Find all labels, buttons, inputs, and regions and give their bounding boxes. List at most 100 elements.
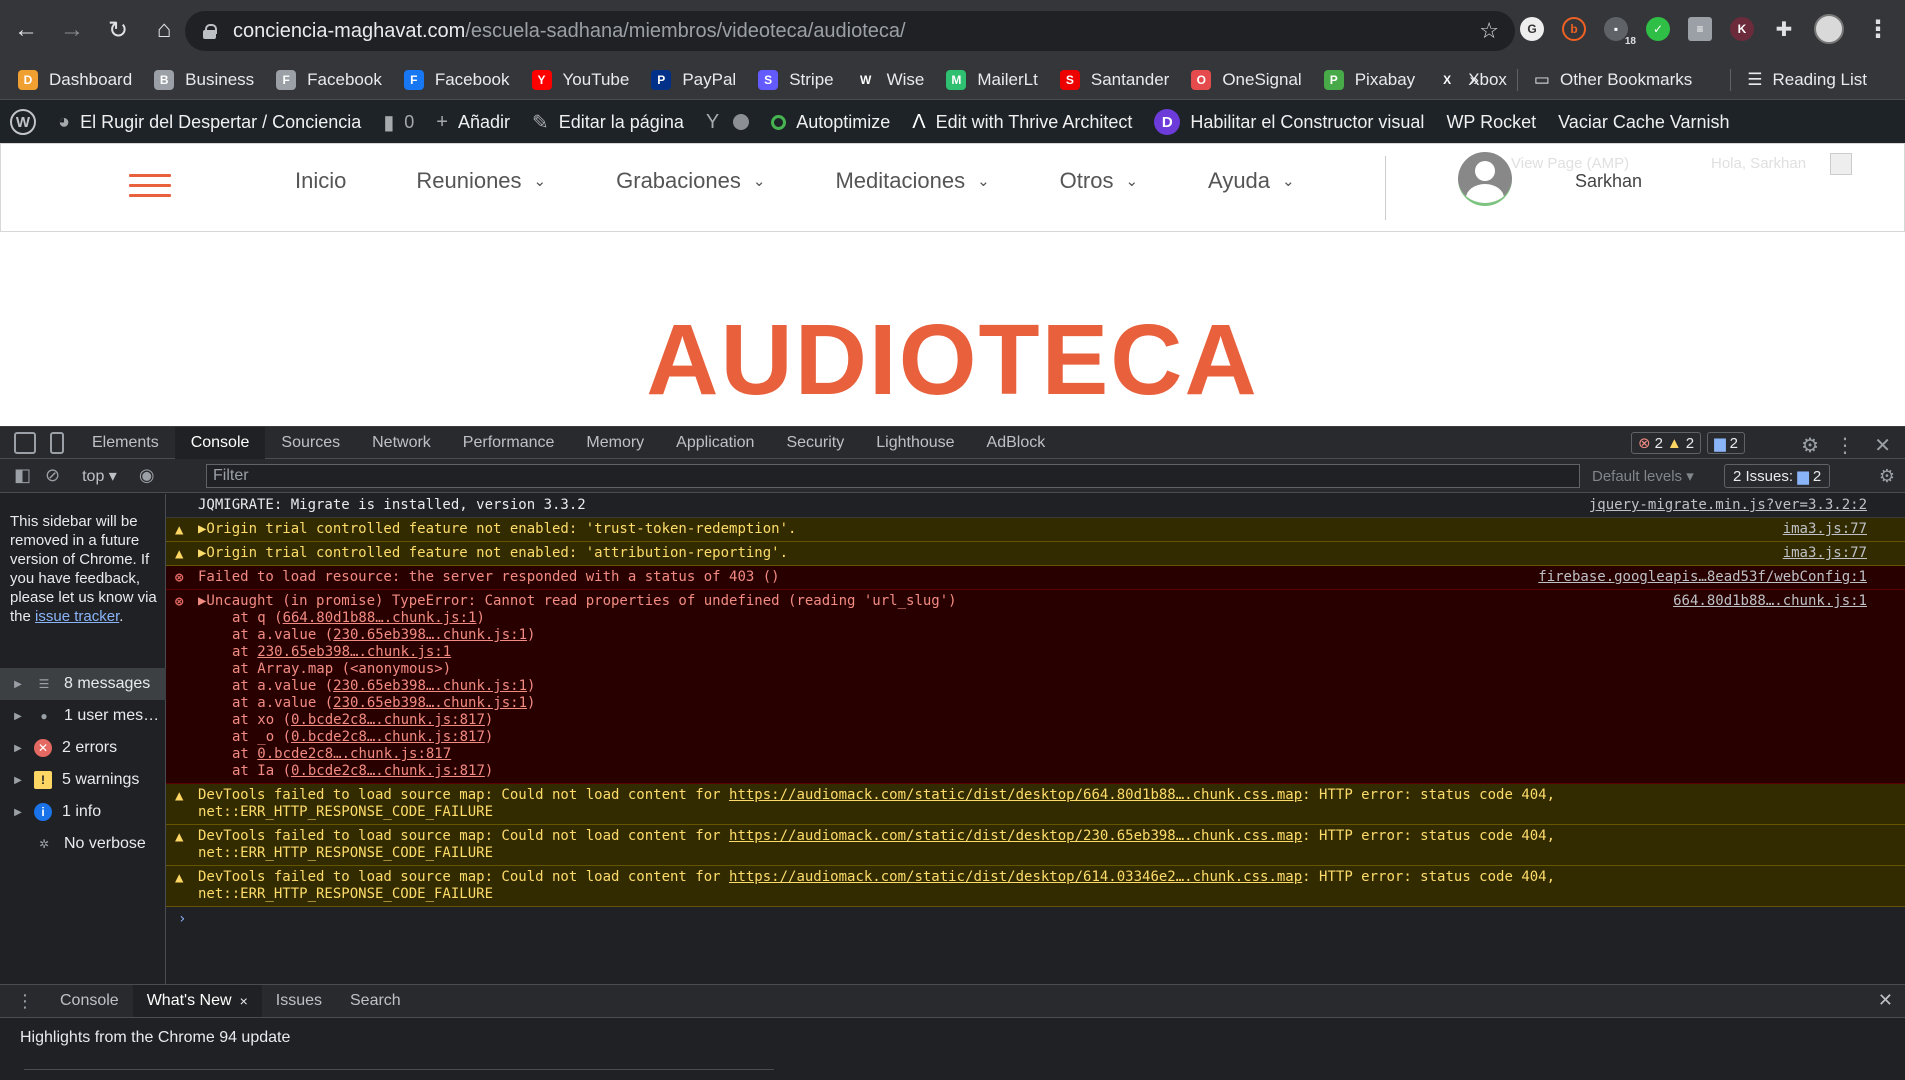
context-selector[interactable]: top ▾ [82, 466, 117, 486]
source-map-link[interactable]: https://audiomack.com/static/dist/deskto… [729, 869, 1302, 885]
tab-memory[interactable]: Memory [570, 427, 660, 459]
puzzle-extensions-icon[interactable]: ✚ [1772, 17, 1796, 41]
tab-lighthouse[interactable]: Lighthouse [860, 427, 970, 459]
message-source-link[interactable]: 664.80d1b88….chunk.js:1 [1673, 593, 1867, 610]
menu-item-inicio[interactable]: Inicio [295, 168, 346, 194]
expand-arrow-icon[interactable]: ▶ [10, 743, 26, 754]
stack-frame-link[interactable]: 230.65eb398….chunk.js:1 [333, 695, 527, 711]
bookmark-item[interactable]: D Dashboard [18, 69, 132, 90]
sidebar-filter-item[interactable]: ▶ ● 1 user mes… [0, 700, 166, 732]
stack-frame-link[interactable]: 230.65eb398….chunk.js:1 [257, 644, 451, 660]
bookmark-item[interactable]: F Facebook [403, 69, 510, 90]
source-map-link[interactable]: https://audiomack.com/static/dist/deskto… [729, 828, 1302, 844]
tab-performance[interactable]: Performance [447, 427, 571, 459]
stack-frame-link[interactable]: 664.80d1b88….chunk.js:1 [283, 610, 477, 626]
stack-frame-link[interactable]: 0.bcde2c8….chunk.js:817 [291, 712, 485, 728]
message-source-link[interactable]: firebase.googleapis…8ead53f/webConfig:1 [1538, 569, 1867, 586]
menu-item-ayuda[interactable]: Ayuda ⌄ [1208, 168, 1295, 194]
inspect-element-icon[interactable] [14, 431, 36, 454]
sidebar-filter-item[interactable]: ▶ i 1 info [0, 796, 166, 828]
expand-arrow-icon[interactable]: ▶ [10, 807, 26, 818]
wp-autoptimize[interactable]: Autoptimize [771, 112, 890, 133]
user-name[interactable]: Sarkhan [1575, 171, 1642, 192]
live-expression-eye-icon[interactable]: ◉ [139, 465, 155, 486]
other-bookmarks[interactable]: ▭ Other Bookmarks [1534, 70, 1692, 90]
drawer-tab-what-s-new[interactable]: What's New × [132, 985, 262, 1017]
menu-item-reuniones[interactable]: Reuniones ⌄ [416, 168, 546, 194]
issue-tracker-link[interactable]: issue tracker [35, 608, 119, 625]
tab-network[interactable]: Network [356, 427, 447, 459]
stack-frame-link[interactable]: 0.bcde2c8….chunk.js:817 [257, 746, 451, 762]
view-amp-link[interactable]: View Page (AMP) [1511, 155, 1629, 172]
bookmark-item[interactable]: S Santander [1059, 69, 1169, 90]
home-icon[interactable]: ⌂ [144, 10, 184, 50]
close-tab-icon[interactable]: × [240, 993, 248, 1009]
tab-application[interactable]: Application [660, 427, 770, 459]
wp-rocket[interactable]: WP Rocket [1446, 112, 1536, 133]
devtools-menu-icon[interactable]: ⋮ [1835, 433, 1855, 458]
stack-extension-icon[interactable]: ≡ [1688, 17, 1712, 41]
hamburger-menu-icon[interactable] [129, 174, 171, 200]
drawer-tab-console[interactable]: Console [46, 985, 133, 1017]
forward-icon[interactable]: → [52, 10, 92, 50]
reload-icon[interactable]: ↻ [98, 10, 138, 50]
sidebar-filter-item[interactable]: ▶! 5 warnings [0, 764, 166, 796]
green-extension-icon[interactable]: ✓ [1646, 17, 1670, 41]
wp-thrive[interactable]: Λ Edit with Thrive Architect [912, 111, 1132, 134]
yoast-icon[interactable]: Y [706, 111, 750, 134]
console-settings-icon[interactable]: ⚙ [1879, 466, 1895, 487]
sidebar-filter-item[interactable]: ▶ ☰ 8 messages [0, 668, 166, 700]
devtools-counters[interactable]: ⊗ 2 ▲ 2 ▆ 2 [1630, 432, 1745, 454]
sidebar-filter-item[interactable]: ✲ No verbose [0, 828, 166, 860]
clear-console-icon[interactable]: ⊘ [45, 465, 60, 486]
bookmark-item[interactable]: S Stripe [758, 69, 834, 90]
close-drawer-icon[interactable]: ✕ [1878, 990, 1893, 1011]
settings-gear-icon[interactable]: ⚙ [1801, 433, 1819, 458]
wp-comments[interactable]: ▮ 0 [383, 110, 414, 135]
stack-frame-link[interactable]: 230.65eb398….chunk.js:1 [333, 627, 527, 643]
back-icon[interactable]: ← [6, 10, 46, 50]
wp-varnish[interactable]: Vaciar Cache Varnish [1558, 112, 1729, 133]
message-source-link[interactable]: ima3.js:77 [1783, 545, 1867, 562]
bitly-extension-icon[interactable]: b [1562, 17, 1586, 41]
wp-site-link[interactable]: ◕ El Rugir del Despertar / Conciencia [58, 111, 361, 134]
bookmark-item[interactable]: B Business [154, 69, 254, 90]
wp-add-new[interactable]: + Añadir [436, 111, 510, 134]
tab-elements[interactable]: Elements [76, 427, 175, 459]
drawer-tab-issues[interactable]: Issues [262, 985, 336, 1017]
message-source-link[interactable]: jquery-migrate.min.js?ver=3.3.2:2 [1589, 497, 1867, 514]
bookmark-star-icon[interactable]: ☆ [1479, 18, 1499, 44]
bookmark-item[interactable]: P Pixabay [1323, 69, 1415, 90]
stack-frame-link[interactable]: 0.bcde2c8….chunk.js:817 [291, 763, 485, 779]
chrome-menu-icon[interactable]: ⋮ [1866, 15, 1890, 44]
drawer-tab-search[interactable]: Search [336, 985, 415, 1017]
wp-visual-builder[interactable]: D Habilitar el Constructor visual [1154, 109, 1424, 135]
wordpress-logo-icon[interactable]: W [10, 109, 36, 135]
tab-console[interactable]: Console [174, 426, 266, 459]
expand-arrow-icon[interactable]: ▶ [10, 679, 26, 690]
grammarly-extension-icon[interactable]: G [1520, 17, 1544, 41]
bookmark-item[interactable]: F Facebook [276, 69, 382, 90]
drawer-menu-icon[interactable]: ⋮ [16, 991, 34, 1012]
tab-adblock[interactable]: AdBlock [971, 427, 1062, 459]
bookmark-item[interactable]: P PayPal [651, 69, 736, 90]
expand-arrow-icon[interactable]: ▶ [10, 775, 26, 786]
chrome-profile-avatar[interactable] [1814, 14, 1844, 44]
sidebar-filter-item[interactable]: ▶ ✕ 2 errors [0, 732, 166, 764]
close-devtools-icon[interactable]: ✕ [1874, 433, 1891, 458]
menu-item-meditaciones[interactable]: Meditaciones ⌄ [835, 168, 989, 194]
wp-edit-page[interactable]: ✎ Editar la página [532, 110, 684, 135]
bookmarks-overflow-icon[interactable]: » [1469, 70, 1478, 90]
tab-sources[interactable]: Sources [265, 427, 356, 459]
tab-security[interactable]: Security [770, 427, 860, 459]
issues-button[interactable]: 2 Issues: ▆ 2 [1724, 464, 1831, 488]
user-avatar[interactable] [1458, 152, 1512, 206]
source-map-link[interactable]: https://audiomack.com/static/dist/deskto… [729, 787, 1302, 803]
reading-list[interactable]: ☰ Reading List [1747, 70, 1867, 90]
bookmark-item[interactable]: W Wise [855, 69, 924, 90]
console-prompt-icon[interactable]: › [178, 911, 1905, 927]
sidebar-toggle-icon[interactable]: ◧ [14, 465, 31, 486]
stack-frame-link[interactable]: 0.bcde2c8….chunk.js:817 [291, 729, 485, 745]
issues-counter[interactable]: ▆ 2 [1707, 432, 1745, 454]
extension-badge-icon[interactable]: ▪ 18 [1604, 17, 1636, 47]
